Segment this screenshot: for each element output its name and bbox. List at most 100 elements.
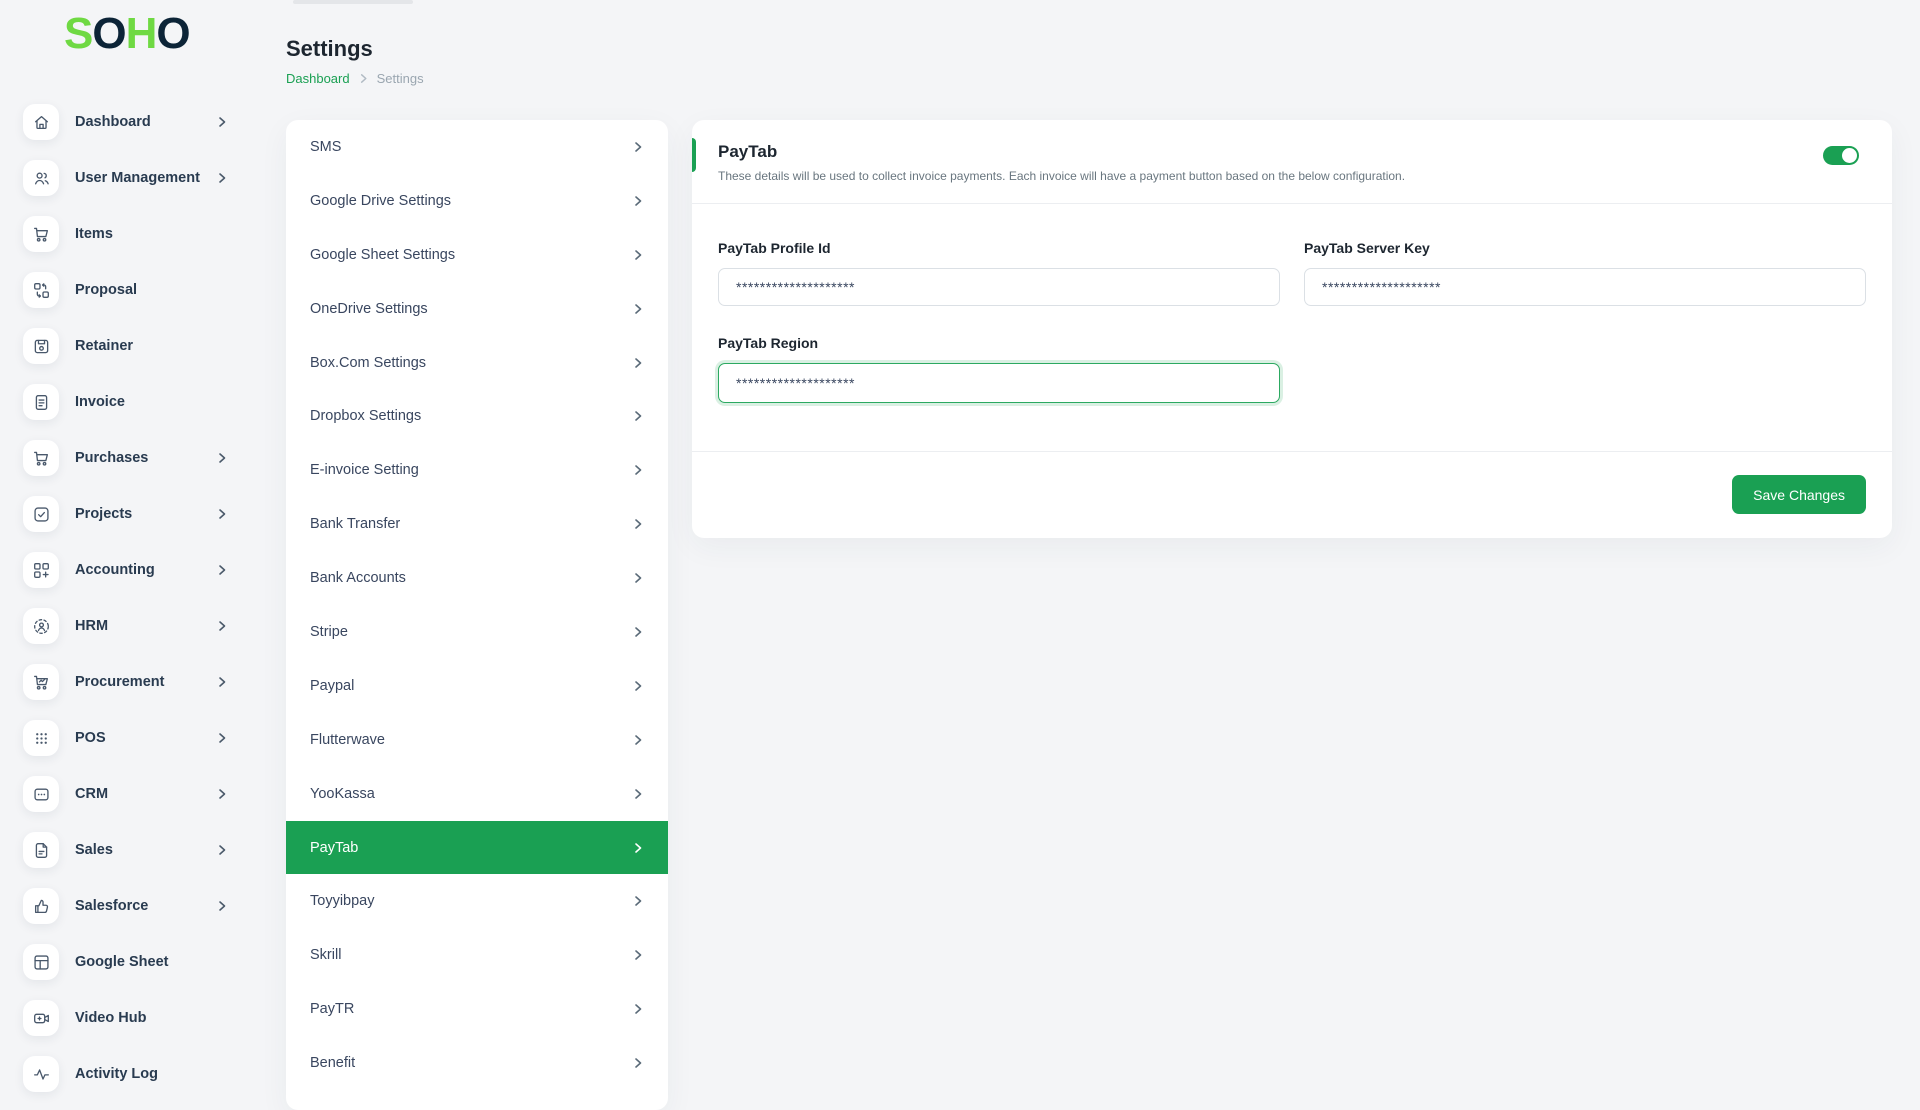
grid-plus-icon [23, 552, 59, 588]
chevron-right-icon [216, 732, 228, 744]
sidebar-item-label: Items [75, 226, 228, 242]
sidebar: SOHO Dashboard User Management Items Propos… [0, 0, 258, 1080]
sidebar-item-activity-log[interactable]: Activity Log [0, 1046, 258, 1102]
sidebar-item-purchases[interactable]: Purchases [0, 430, 258, 486]
sidebar-item-projects[interactable]: Projects [0, 486, 258, 542]
settings-menu-item-skrill[interactable]: Skrill [286, 928, 668, 982]
field-paytab-region: PayTab Region [718, 335, 1280, 403]
sidebar-item-items[interactable]: Items [0, 206, 258, 262]
sidebar-item-label: CRM [75, 786, 216, 802]
chevron-right-icon [216, 844, 228, 856]
sidebar-item-salesforce[interactable]: Salesforce [0, 878, 258, 934]
sidebar-item-label: Procurement [75, 674, 216, 690]
sidebar-item-invoice[interactable]: Invoice [0, 374, 258, 430]
sidebar-item-dashboard[interactable]: Dashboard [0, 94, 258, 150]
settings-menu-item-sms[interactable]: SMS [286, 120, 668, 174]
settings-menu-item-toyyibpay[interactable]: Toyyibpay [286, 874, 668, 928]
sidebar-item-label: Sales [75, 842, 216, 858]
settings-menu-item-label: Paypal [310, 678, 632, 694]
paytab-settings-card: PayTab These details will be used to col… [692, 120, 1892, 538]
settings-menu-item-yookassa[interactable]: YooKassa [286, 767, 668, 821]
settings-menu-item-paypal[interactable]: Paypal [286, 659, 668, 713]
settings-menu-item-label: Bank Accounts [310, 570, 632, 586]
grid-dots-icon [23, 720, 59, 756]
sidebar-item-label: Dashboard [75, 114, 216, 130]
field-paytab-profile-id: PayTab Profile Id [718, 240, 1280, 306]
sidebar-item-label: HRM [75, 618, 216, 634]
settings-menu-item-flutterwave[interactable]: Flutterwave [286, 713, 668, 767]
settings-menu-item-paytab[interactable]: PayTab [286, 821, 668, 875]
sidebar-item-label: Google Sheet [75, 954, 228, 970]
sidebar-item-sales[interactable]: Sales [0, 822, 258, 878]
settings-menu-item-label: Flutterwave [310, 732, 632, 748]
settings-menu-item-label: Skrill [310, 947, 632, 963]
settings-menu-item-dropbox-settings[interactable]: Dropbox Settings [286, 389, 668, 443]
save-changes-button[interactable]: Save Changes [1732, 475, 1866, 514]
breadcrumb: Dashboard Settings [286, 71, 424, 86]
video-camera-icon [23, 1000, 59, 1036]
paytab-server-key-input[interactable] [1304, 268, 1866, 306]
sidebar-item-label: Purchases [75, 450, 216, 466]
logo-letter: O [92, 9, 125, 58]
settings-menu-item-label: Toyyibpay [310, 893, 632, 909]
settings-menu-item-label: Dropbox Settings [310, 408, 632, 424]
activity-icon [23, 1056, 59, 1092]
settings-menu-item-label: Google Drive Settings [310, 193, 632, 209]
soho-logo[interactable]: SOHO [64, 12, 190, 56]
toggle-knob [1842, 148, 1857, 163]
paytab-card-header: PayTab These details will be used to col… [692, 120, 1892, 204]
settings-menu-item-stripe[interactable]: Stripe [286, 605, 668, 659]
paytab-region-input[interactable] [718, 363, 1280, 403]
settings-menu-item-e-invoice-setting[interactable]: E-invoice Setting [286, 443, 668, 497]
settings-menu-item-label: SMS [310, 139, 632, 155]
sidebar-item-pos[interactable]: POS [0, 710, 258, 766]
workflow-icon [23, 272, 59, 308]
chevron-right-icon [632, 734, 644, 746]
sidebar-nav: Dashboard User Management Items ProposalRet… [0, 94, 258, 1102]
sidebar-item-procurement[interactable]: Procurement [0, 654, 258, 710]
chevron-right-icon [632, 788, 644, 800]
chevron-right-icon [216, 788, 228, 800]
page-header: Settings Dashboard Settings [286, 36, 424, 86]
settings-menu-item-google-drive-settings[interactable]: Google Drive Settings [286, 174, 668, 228]
settings-menu-item-label: Google Sheet Settings [310, 247, 632, 263]
chevron-right-icon [216, 172, 228, 184]
settings-menu-item-bank-transfer[interactable]: Bank Transfer [286, 497, 668, 551]
sidebar-item-google-sheet[interactable]: Google Sheet [0, 934, 258, 990]
sidebar-item-retainer[interactable]: Retainer [0, 318, 258, 374]
chevron-right-icon [216, 676, 228, 688]
breadcrumb-current: Settings [377, 71, 424, 86]
breadcrumb-dashboard-link[interactable]: Dashboard [286, 71, 350, 86]
window-dots-icon [23, 776, 59, 812]
sidebar-item-crm[interactable]: CRM [0, 766, 258, 822]
paytab-enabled-toggle[interactable] [1823, 146, 1859, 165]
logo-letter: O [156, 9, 189, 58]
sidebar-item-video-hub[interactable]: Video Hub [0, 990, 258, 1046]
table-icon [23, 944, 59, 980]
chevron-right-icon [216, 900, 228, 912]
settings-menu-item-label: YooKassa [310, 786, 632, 802]
page-title: Settings [286, 36, 424, 62]
settings-menu-item-benefit[interactable]: Benefit [286, 1036, 668, 1090]
chevron-right-icon [632, 357, 644, 369]
paytab-card-footer: Save Changes [692, 451, 1892, 538]
settings-menu-item-label: Stripe [310, 624, 632, 640]
chevron-right-icon [216, 452, 228, 464]
cart-icon [23, 216, 59, 252]
paytab-fields-grid: PayTab Profile IdPayTab Server KeyPayTab… [718, 240, 1866, 403]
settings-menu-item-onedrive-settings[interactable]: OneDrive Settings [286, 282, 668, 336]
chevron-right-icon [216, 620, 228, 632]
paytab-profile-id-input[interactable] [718, 268, 1280, 306]
sidebar-item-user-management[interactable]: User Management [0, 150, 258, 206]
settings-menu-item-box-com-settings[interactable]: Box.Com Settings [286, 336, 668, 390]
sidebar-item-accounting[interactable]: Accounting [0, 542, 258, 598]
settings-menu-item-google-sheet-settings[interactable]: Google Sheet Settings [286, 228, 668, 282]
horizontal-scrollbar-thumb[interactable] [293, 0, 413, 4]
sidebar-item-hrm[interactable]: HRM [0, 598, 258, 654]
settings-menu-item-paytr[interactable]: PayTR [286, 982, 668, 1036]
paytab-card-description: These details will be used to collect in… [718, 169, 1866, 183]
settings-menu-item-bank-accounts[interactable]: Bank Accounts [286, 551, 668, 605]
sidebar-item-label: Salesforce [75, 898, 216, 914]
sidebar-item-proposal[interactable]: Proposal [0, 262, 258, 318]
settings-menu-item-label: Benefit [310, 1055, 632, 1071]
